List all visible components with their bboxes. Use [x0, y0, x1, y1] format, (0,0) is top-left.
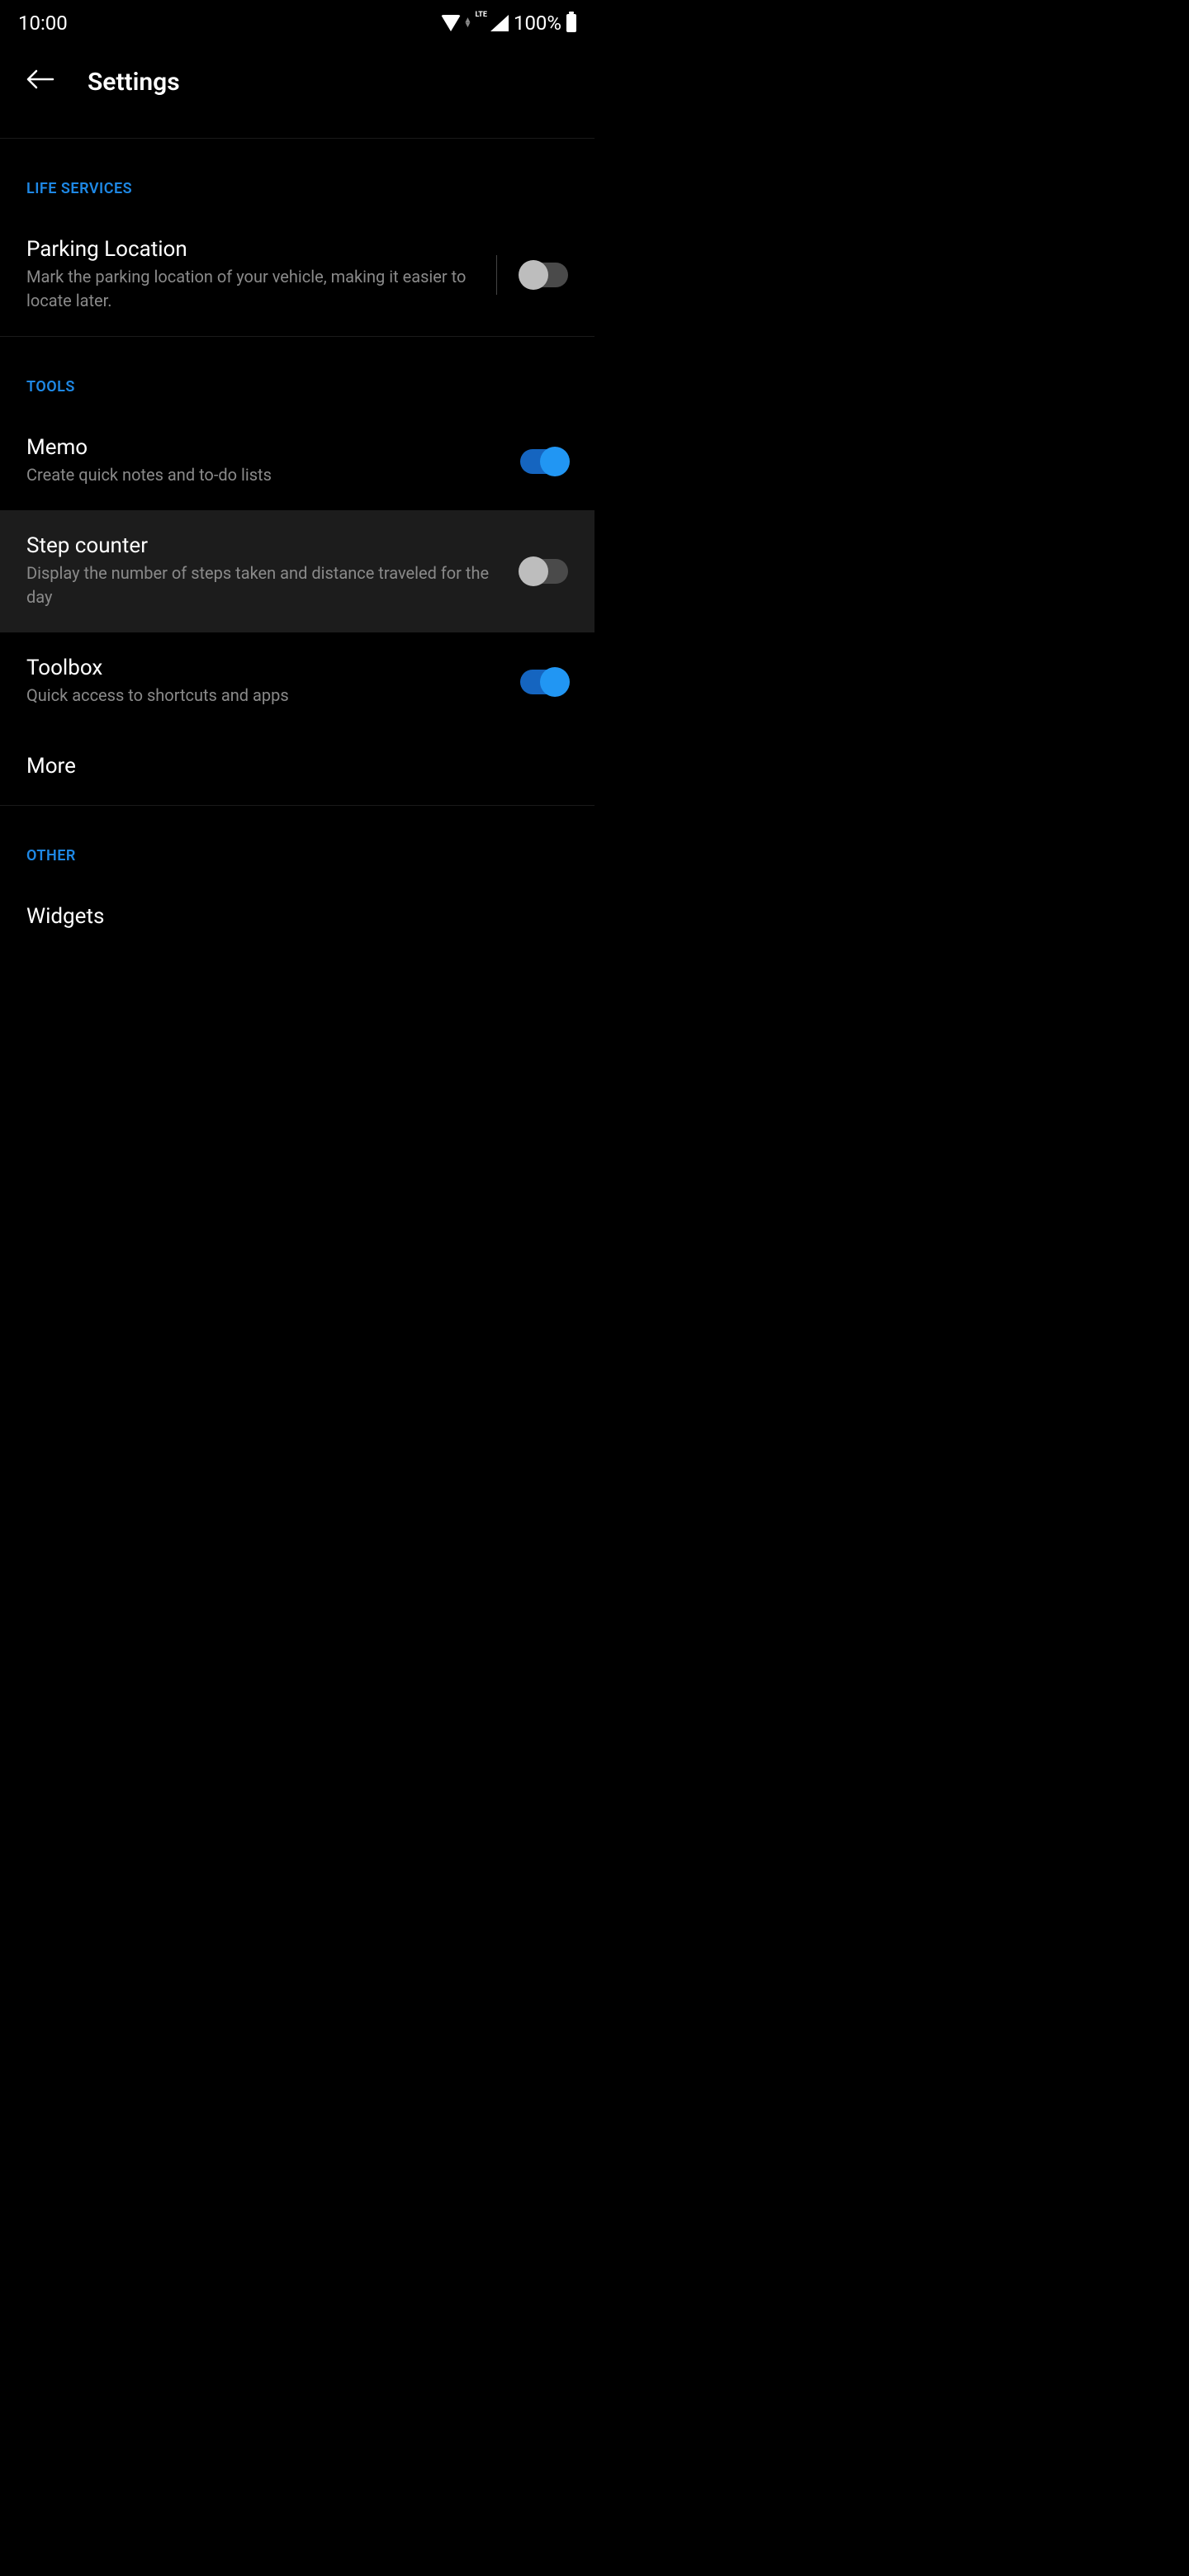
toggle-wrap: [520, 670, 568, 694]
setting-title: Toolbox: [26, 656, 512, 680]
back-arrow-icon[interactable]: [25, 68, 54, 97]
toggle-wrap: [496, 255, 568, 295]
section-header-tools: TOOLS: [0, 337, 594, 412]
section-header-other: OTHER: [0, 806, 594, 881]
signal-icon: [490, 15, 509, 31]
battery-icon: [566, 14, 576, 32]
setting-title: More: [26, 754, 560, 779]
setting-parking-location[interactable]: Parking Location Mark the parking locati…: [0, 214, 594, 336]
vertical-divider: [496, 255, 497, 295]
setting-desc: Create quick notes and to-do lists: [26, 463, 512, 487]
toggle-wrap: [520, 559, 568, 584]
status-right: ▲▼ LTE 100%: [441, 12, 576, 35]
page-title: Settings: [88, 68, 180, 97]
setting-text: More: [26, 754, 568, 782]
setting-text: Memo Create quick notes and to-do lists: [26, 435, 520, 487]
setting-title: Memo: [26, 435, 512, 460]
toggle-toolbox[interactable]: [520, 670, 568, 694]
lte-label: LTE: [475, 11, 487, 19]
status-bar: 10:00 ▲▼ LTE 100%: [0, 0, 594, 43]
status-time: 10:00: [18, 12, 68, 35]
setting-toolbox[interactable]: Toolbox Quick access to shortcuts and ap…: [0, 632, 594, 731]
battery-percent: 100%: [514, 12, 561, 35]
data-arrows-icon: ▲▼: [464, 18, 472, 28]
setting-memo[interactable]: Memo Create quick notes and to-do lists: [0, 412, 594, 510]
setting-text: Widgets: [26, 904, 568, 932]
section-header-life: LIFE SERVICES: [0, 139, 594, 214]
status-icons: ▲▼ LTE: [441, 15, 509, 31]
toggle-wrap: [520, 449, 568, 474]
app-bar: Settings: [0, 43, 594, 138]
toggle-step-counter[interactable]: [520, 559, 568, 584]
setting-text: Step counter Display the number of steps…: [26, 533, 520, 609]
setting-text: Parking Location Mark the parking locati…: [26, 237, 496, 313]
setting-desc: Display the number of steps taken and di…: [26, 561, 512, 609]
setting-title: Step counter: [26, 533, 512, 558]
setting-desc: Quick access to shortcuts and apps: [26, 684, 512, 708]
setting-desc: Mark the parking location of your vehicl…: [26, 265, 488, 313]
toggle-memo[interactable]: [520, 449, 568, 474]
setting-title: Parking Location: [26, 237, 488, 262]
toggle-parking[interactable]: [520, 263, 568, 287]
setting-title: Widgets: [26, 904, 560, 929]
wifi-icon: [441, 15, 461, 31]
setting-more[interactable]: More: [0, 731, 594, 805]
setting-step-counter[interactable]: Step counter Display the number of steps…: [0, 510, 594, 632]
setting-text: Toolbox Quick access to shortcuts and ap…: [26, 656, 520, 708]
setting-widgets[interactable]: Widgets: [0, 881, 594, 955]
